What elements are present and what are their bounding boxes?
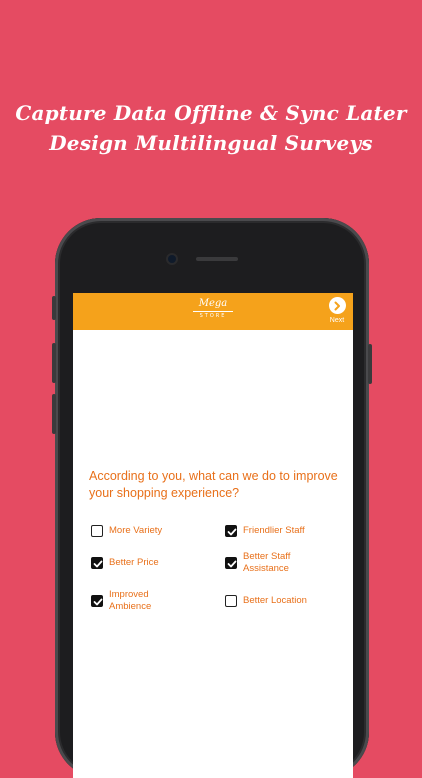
option-better-staff-assistance[interactable]: Better Staff Assistance	[225, 551, 313, 575]
checkbox-unchecked[interactable]	[91, 525, 103, 537]
app-header: Mega STORE Next	[73, 293, 353, 330]
checkbox-unchecked[interactable]	[225, 595, 237, 607]
option-label: Improved Ambience	[109, 589, 152, 612]
next-label: Next	[329, 317, 345, 324]
mega-store-logo: Mega STORE	[191, 298, 235, 320]
earpiece-speaker	[196, 257, 238, 261]
checkbox-checked[interactable]	[91, 595, 103, 607]
promo-headline: Capture Data Offline & Sync Later Design…	[0, 98, 422, 158]
next-button[interactable]: Next	[325, 297, 349, 325]
logo-divider	[193, 311, 233, 312]
power-button	[368, 344, 372, 384]
phone-frame: Mega STORE Next According to you, what c…	[52, 218, 372, 778]
chevron-right-icon	[328, 297, 346, 314]
app-screen: Mega STORE Next According to you, what c…	[73, 293, 353, 778]
survey-question: According to you, what can we do to impr…	[89, 469, 338, 500]
volume-down-button	[52, 394, 56, 434]
option-label: Better Price	[109, 557, 159, 568]
option-label: Friendlier Staff	[243, 525, 305, 536]
headline-line-2: Design Multilingual Surveys	[49, 131, 373, 155]
option-friendlier-staff[interactable]: Friendlier Staff	[225, 525, 305, 537]
checkbox-checked[interactable]	[225, 525, 237, 537]
checkmark-icon	[227, 528, 237, 536]
checkbox-checked[interactable]	[225, 557, 237, 569]
option-better-location[interactable]: Better Location	[225, 595, 307, 607]
mute-switch	[52, 296, 56, 320]
option-more-variety[interactable]: More Variety	[91, 525, 162, 537]
checkmark-icon	[93, 560, 103, 568]
checkbox-checked[interactable]	[91, 557, 103, 569]
headline-line-1: Capture Data Offline & Sync Later	[15, 101, 407, 125]
option-improved-ambience[interactable]: Improved Ambience	[91, 589, 169, 613]
front-camera	[168, 255, 176, 263]
checkmark-icon	[227, 560, 237, 568]
option-label: More Variety	[109, 525, 163, 536]
checkmark-icon	[93, 598, 103, 606]
volume-up-button	[52, 343, 56, 383]
logo-sub-text: STORE	[199, 313, 227, 319]
option-label: Better Staff Assistance	[243, 551, 291, 574]
logo-main-text: Mega	[198, 298, 228, 309]
option-better-price[interactable]: Better Price	[91, 557, 159, 569]
option-label: Better Location	[243, 595, 307, 606]
